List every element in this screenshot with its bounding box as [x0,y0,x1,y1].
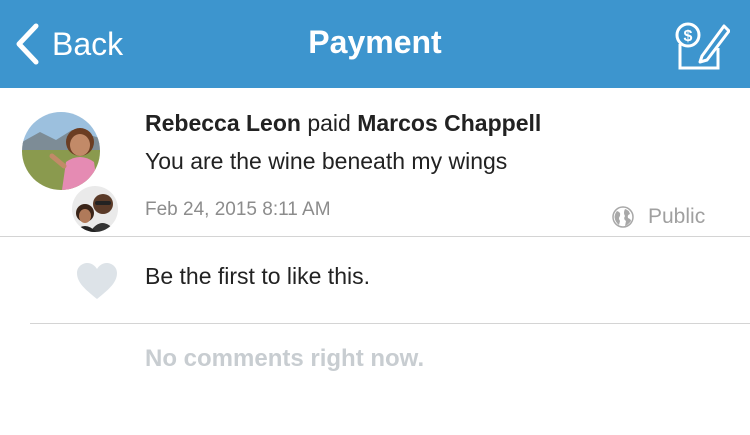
payee-name[interactable]: Marcos Chappell [357,110,541,136]
comments-empty-text: No comments right now. [145,345,425,372]
pay-or-request-button[interactable]: $ [668,18,731,72]
pay-or-request-icon: $ [675,22,731,70]
payee-avatar[interactable] [70,184,120,234]
like-button[interactable] [76,262,118,305]
payment-note: You are the wine beneath my wings [145,148,508,174]
globe-icon [612,206,634,228]
payment-date: Feb 24, 2015 8:11 AM [145,199,331,220]
divider [30,323,750,324]
avatar-group [22,112,122,234]
story-verb: paid [307,110,351,136]
likes-text: Be the first to like this. [145,263,370,289]
audience-label: Public [648,205,706,228]
story-headline: Rebecca Leon paid Marcos Chappell [145,110,541,137]
svg-text:$: $ [684,28,693,45]
likes-row: Be the first to like this. [0,237,750,323]
audience-indicator: Public [612,205,705,229]
nav-bar: Back Payment $ [0,0,750,88]
heart-icon [77,263,117,299]
payer-avatar[interactable] [22,112,100,190]
payer-name[interactable]: Rebecca Leon [145,110,301,136]
page-title: Payment [308,24,442,60]
